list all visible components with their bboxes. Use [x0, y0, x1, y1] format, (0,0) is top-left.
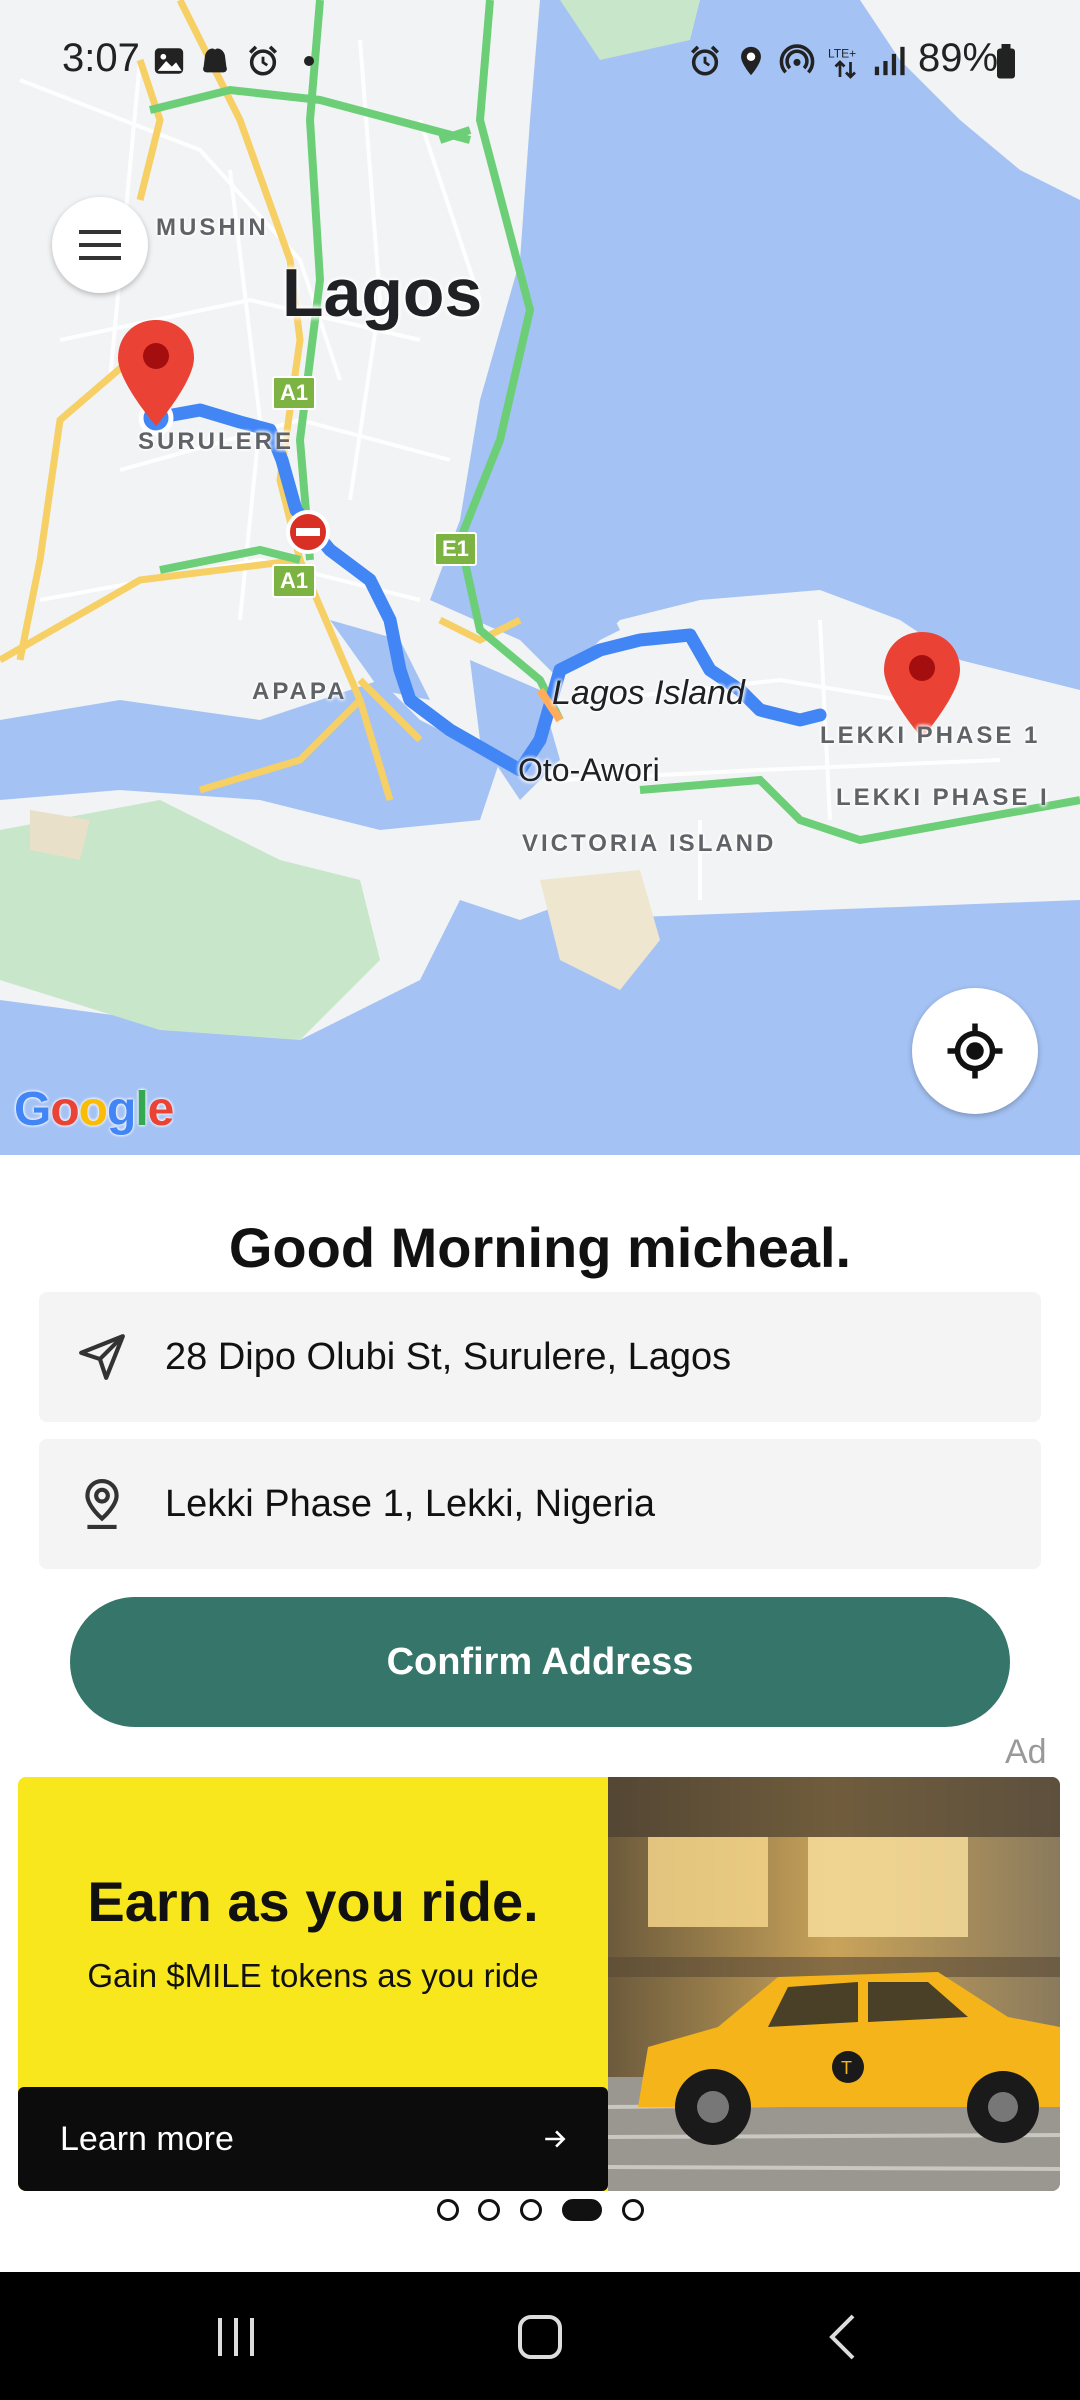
ad-subtext: Gain $MILE tokens as you ride	[87, 1957, 539, 1994]
menu-button[interactable]	[52, 197, 148, 293]
map-label-surulere: SURULERE	[138, 428, 295, 455]
dropoff-address-text: Lekki Phase 1, Lekki, Nigeria	[165, 1482, 656, 1525]
map-city-label: Lagos	[282, 255, 483, 331]
home-button[interactable]	[500, 2302, 580, 2372]
pager-dot[interactable]	[622, 2199, 644, 2221]
recent-apps-icon	[218, 2318, 254, 2356]
pager-dot[interactable]	[562, 2199, 602, 2221]
road-shield-a1: A1	[272, 376, 317, 410]
alarm-icon	[248, 45, 278, 76]
map-label-mushin: MUSHIN	[156, 214, 269, 241]
learn-more-button[interactable]: Learn more	[18, 2087, 608, 2191]
ad-label: Ad	[1005, 1733, 1047, 1771]
notification-icon	[203, 48, 227, 73]
road-shield-e1: E1	[434, 532, 477, 566]
battery-icon	[997, 44, 1015, 79]
signal-icon	[874, 46, 905, 76]
taxi-image: T	[608, 1777, 1060, 2191]
pager-dot[interactable]	[520, 2199, 542, 2221]
status-time: 3:07	[62, 36, 140, 80]
recent-apps-button[interactable]	[196, 2302, 276, 2372]
pager-dot[interactable]	[478, 2199, 500, 2221]
road-shield-a1: A1	[272, 564, 317, 598]
crosshair-location-icon	[947, 1023, 1003, 1079]
pickup-pin-icon	[118, 320, 194, 426]
svg-text:LTE+: LTE+	[828, 47, 856, 61]
map-view[interactable]: A1 A1 E1 Lagos MUSHIN SURULERE APAPA Lag…	[0, 0, 1080, 1155]
google-logo: Google	[14, 1083, 174, 1136]
map-label-victoria-island: VICTORIA ISLAND	[522, 830, 777, 857]
system-navigation-bar	[0, 2272, 1080, 2400]
map-label-lekki-phase-i: LEKKI PHASE I	[836, 784, 1050, 811]
back-icon	[829, 2314, 855, 2360]
svg-text:T: T	[841, 2058, 852, 2078]
lte-icon: LTE+	[828, 47, 856, 79]
greeting-title: Good Morning micheal.	[228, 1216, 852, 1279]
ad-carousel-pager[interactable]	[0, 2197, 1080, 2223]
confirm-address-button[interactable]: Confirm Address	[70, 1597, 1010, 1727]
hotspot-icon	[779, 44, 815, 74]
pickup-address-text: 28 Dipo Olubi St, Surulere, Lagos	[165, 1335, 732, 1378]
ad-banner[interactable]: Earn as you ride. Gain $MILE tokens as y…	[18, 1777, 1060, 2191]
hamburger-menu-icon	[79, 230, 121, 260]
status-bar: 3:07 LTE+ 89%	[0, 0, 1080, 120]
home-icon	[518, 2315, 562, 2359]
location-icon	[741, 46, 761, 76]
navigation-arrow-icon	[79, 1334, 125, 1380]
map-label-oto-awori: Oto-Awori	[518, 752, 660, 788]
pager-dot[interactable]	[437, 2199, 459, 2221]
alarm-icon	[690, 45, 720, 76]
ad-text-panel: Earn as you ride. Gain $MILE tokens as y…	[18, 1777, 608, 2191]
pickup-address-field[interactable]: 28 Dipo Olubi St, Surulere, Lagos	[39, 1292, 1041, 1422]
arrow-right-icon	[545, 2130, 566, 2148]
dot-icon	[304, 56, 314, 66]
dropoff-address-field[interactable]: Lekki Phase 1, Lekki, Nigeria	[39, 1439, 1041, 1569]
location-pin-icon	[85, 1478, 119, 1529]
map-label-lagos-island: Lagos Island	[552, 674, 745, 712]
map-label-apapa: APAPA	[252, 678, 348, 705]
learn-more-label: Learn more	[60, 2119, 234, 2158]
ad-headline: Earn as you ride.	[87, 1870, 539, 1933]
map-base	[0, 0, 1080, 1040]
my-location-button[interactable]	[912, 988, 1038, 1114]
back-button[interactable]	[802, 2302, 882, 2372]
battery-percentage: 89%	[918, 36, 999, 80]
image-icon	[154, 48, 184, 74]
map-label-lekki-phase-1: LEKKI PHASE 1	[820, 722, 1041, 749]
